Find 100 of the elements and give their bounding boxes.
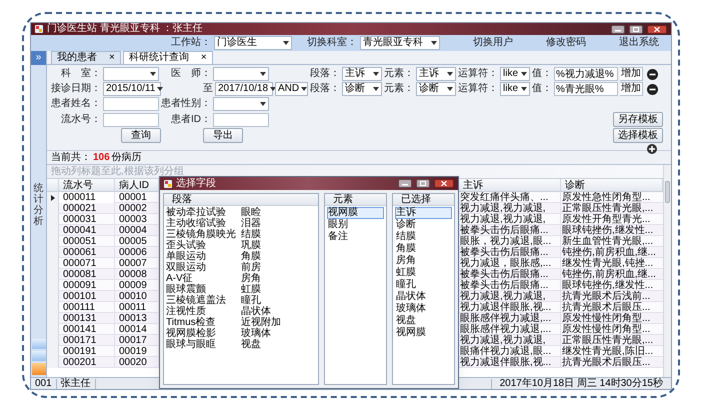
- list-item[interactable]: 房角: [395, 255, 452, 267]
- list-item[interactable]: 视盘: [395, 315, 452, 327]
- field-label: 科 室：: [60, 69, 101, 79]
- list-item[interactable]: 玻璃体: [241, 328, 316, 339]
- button[interactable]: 查询: [121, 128, 161, 143]
- list-item[interactable]: 单眼运动: [166, 251, 241, 262]
- list-item[interactable]: 晶状体: [395, 291, 452, 303]
- scrollbar[interactable]: [663, 165, 671, 377]
- input-field[interactable]: %青光眼%: [554, 82, 618, 96]
- list-item[interactable]: 泪器: [241, 218, 316, 229]
- list-item[interactable]: 眼球震颤: [166, 284, 241, 295]
- minimize-button[interactable]: [398, 179, 412, 188]
- list-item[interactable]: 角膜: [241, 251, 316, 262]
- dropdown[interactable]: 诊断: [342, 82, 382, 96]
- remove-icon[interactable]: [647, 68, 658, 80]
- list-item[interactable]: 视网膜检影: [166, 328, 241, 339]
- add-condition-button[interactable]: 增加: [620, 67, 643, 81]
- field-label: 患者ID：: [170, 114, 211, 124]
- tab-close-button[interactable]: ×: [200, 53, 207, 63]
- input-field[interactable]: [213, 112, 269, 126]
- sidebar-button[interactable]: [32, 339, 46, 349]
- remove-icon[interactable]: [647, 84, 658, 94]
- tab[interactable]: 科研统计查询 ×: [122, 51, 213, 64]
- list-item[interactable]: 前房: [241, 262, 316, 273]
- button[interactable]: 选择模板: [613, 128, 663, 143]
- close-button[interactable]: [434, 179, 454, 188]
- list-item[interactable]: 主动收缩试验: [166, 218, 241, 229]
- dropdown[interactable]: like: [500, 67, 530, 81]
- maximize-button[interactable]: [416, 179, 430, 188]
- top-bar-link[interactable]: 退出系统: [619, 38, 659, 48]
- tab-close-button[interactable]: ×: [109, 53, 115, 63]
- list-item[interactable]: Titmus检查: [166, 317, 241, 328]
- input-field[interactable]: [103, 97, 159, 111]
- sidebar-toggle-button[interactable]: »: [31, 51, 46, 65]
- list-item[interactable]: 瞳孔: [395, 279, 452, 291]
- list-item[interactable]: 双眼运动: [166, 262, 241, 273]
- dropdown[interactable]: like: [500, 82, 530, 96]
- list-item[interactable]: 角膜: [395, 243, 452, 255]
- field-label: 患者姓名：: [51, 99, 101, 109]
- dropdown[interactable]: 主诉: [342, 67, 382, 81]
- dropdown[interactable]: [213, 67, 269, 81]
- field-label: 元素：: [384, 84, 414, 94]
- list-item[interactable]: 注视性质: [166, 306, 241, 317]
- list-item[interactable]: 歪头试验: [166, 240, 241, 251]
- list-item[interactable]: 眼睑: [241, 207, 316, 218]
- button[interactable]: 导出: [203, 128, 243, 143]
- table-cell: 000201: [59, 357, 115, 368]
- tab[interactable]: 我的患者 ×: [51, 51, 121, 64]
- button[interactable]: 另存模板: [613, 112, 663, 127]
- list-item[interactable]: 玻璃体: [395, 303, 452, 315]
- sidebar-button[interactable]: [32, 351, 46, 361]
- table-cell-text: 原发性急性闭角型...: [561, 192, 652, 203]
- dropdown[interactable]: 青光眼亚专科: [360, 36, 440, 50]
- list-item[interactable]: 备注: [327, 231, 384, 243]
- maximize-button[interactable]: [629, 24, 643, 34]
- caret-icon: [431, 41, 437, 45]
- list-item[interactable]: 诊断: [395, 219, 452, 231]
- row-header-cell[interactable]: [47, 357, 59, 368]
- list-item[interactable]: 视盘: [241, 339, 316, 350]
- status-user: 张主任: [56, 378, 96, 388]
- top-bar-link[interactable]: 修改密码: [546, 38, 586, 48]
- sidebar-button[interactable]: [32, 363, 46, 375]
- list-item[interactable]: 虹膜: [395, 267, 452, 279]
- list-item[interactable]: A-V征: [166, 273, 241, 284]
- list-item[interactable]: 虹膜: [241, 284, 316, 295]
- list-item[interactable]: 结膜: [241, 229, 316, 240]
- list-item[interactable]: 晶状体: [241, 306, 316, 317]
- list-item[interactable]: 主诉: [395, 207, 452, 219]
- caret-icon: [521, 72, 527, 76]
- list-item[interactable]: 被动牵拉试验: [166, 207, 241, 218]
- input-field[interactable]: %视力减退%: [554, 67, 618, 81]
- add-icon[interactable]: [647, 144, 657, 154]
- dropdown[interactable]: AND: [275, 82, 308, 96]
- list-item[interactable]: 房角: [241, 273, 316, 284]
- list-item[interactable]: 巩膜: [241, 240, 316, 251]
- app-icon: [35, 25, 43, 33]
- minimize-button[interactable]: [611, 24, 625, 34]
- list-item[interactable]: 近视附加: [241, 317, 316, 328]
- input-field[interactable]: [103, 112, 159, 126]
- list-item[interactable]: 眼球与眼眶: [166, 339, 241, 350]
- row-header-cell[interactable]: [47, 192, 59, 203]
- dropdown[interactable]: 2015/10/11: [103, 82, 161, 96]
- dropdown[interactable]: 2017/10/18: [215, 82, 273, 96]
- list-item[interactable]: 视网膜: [395, 327, 452, 339]
- list-item[interactable]: 三棱镜遮盖法: [166, 295, 241, 306]
- dropdown[interactable]: 主诉: [416, 67, 456, 81]
- list-item[interactable]: 瞳孔: [241, 295, 316, 306]
- list-item[interactable]: 三棱镜角膜映光: [166, 229, 241, 240]
- top-bar-link[interactable]: 切换用户: [473, 38, 513, 48]
- add-condition-button[interactable]: 增加: [620, 82, 643, 96]
- list-item[interactable]: 视网膜: [327, 207, 384, 219]
- dropdown[interactable]: [103, 67, 159, 81]
- table-cell: 000011: [59, 192, 115, 203]
- list-item[interactable]: 结膜: [395, 231, 452, 243]
- dropdown[interactable]: 门诊医生: [214, 36, 292, 50]
- dropdown[interactable]: 诊断: [416, 82, 456, 96]
- caret-icon: [521, 87, 527, 91]
- list-item[interactable]: 眼别: [327, 219, 384, 231]
- close-button[interactable]: [647, 24, 667, 34]
- dropdown[interactable]: [213, 97, 269, 111]
